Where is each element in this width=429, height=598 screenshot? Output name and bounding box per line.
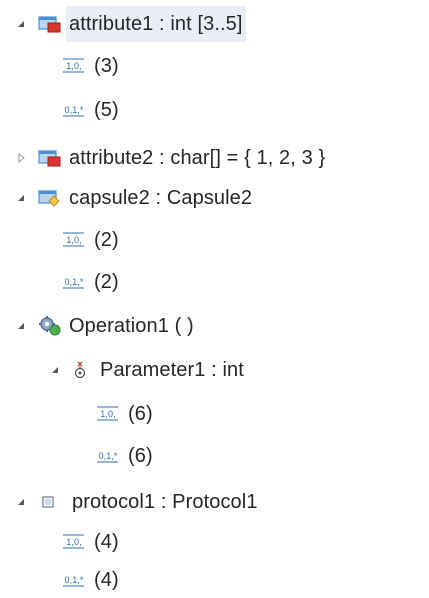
expanded-triangle-icon[interactable] xyxy=(14,17,28,31)
tree-item-label: attribute1 : int [3..5] xyxy=(66,6,246,42)
svg-text:1,0,: 1,0, xyxy=(66,537,81,547)
tree-item-operation1[interactable]: Operation1 ( ) xyxy=(14,308,194,344)
svg-text:0,1,*: 0,1,* xyxy=(64,105,83,115)
expanded-triangle-icon[interactable] xyxy=(14,191,28,205)
parameter-icon xyxy=(72,360,92,380)
svg-text:0,1,*: 0,1,* xyxy=(64,575,83,585)
tree-item-label: attribute2 : char[] = { 1, 2, 3 } xyxy=(69,147,326,169)
upper-bound-value: (5) xyxy=(94,99,119,121)
tree-item-lower-bound[interactable]: 1,0, (3) xyxy=(62,48,119,84)
svg-text:1,0,: 1,0, xyxy=(66,61,81,71)
tree-item-upper-bound[interactable]: 0,1,* (6) xyxy=(96,438,153,474)
upper-bound-icon: 0,1,* xyxy=(62,273,86,291)
collapsed-triangle-icon[interactable] xyxy=(14,151,28,165)
tree-item-lower-bound[interactable]: 1,0, (2) xyxy=(62,222,119,258)
tree-item-label: protocol1 : Protocol1 xyxy=(72,491,258,513)
attribute-icon xyxy=(38,148,62,168)
lower-bound-icon: 1,0, xyxy=(62,533,86,551)
svg-text:1,0,: 1,0, xyxy=(66,235,81,245)
tree-item-attribute1[interactable]: attribute1 : int [3..5] xyxy=(14,6,246,42)
tree-item-lower-bound[interactable]: 1,0, (4) xyxy=(62,524,119,560)
upper-bound-value: (4) xyxy=(94,569,119,591)
tree-item-label: Parameter1 : int xyxy=(100,359,244,381)
capsule-part-icon xyxy=(38,188,62,208)
expanded-triangle-icon[interactable] xyxy=(14,319,28,333)
lower-bound-icon: 1,0, xyxy=(62,57,86,75)
lower-bound-value: (2) xyxy=(94,229,119,251)
lower-bound-value: (4) xyxy=(94,531,119,553)
upper-bound-icon: 0,1,* xyxy=(62,101,86,119)
tree-item-upper-bound[interactable]: 0,1,* (4) xyxy=(62,562,119,598)
tree-item-label: capsule2 : Capsule2 xyxy=(69,187,253,209)
tree-item-upper-bound[interactable]: 0,1,* (2) xyxy=(62,264,119,300)
tree-item-parameter1[interactable]: Parameter1 : int xyxy=(48,352,244,388)
svg-text:0,1,*: 0,1,* xyxy=(98,451,117,461)
port-icon xyxy=(40,492,62,512)
expanded-triangle-icon[interactable] xyxy=(48,363,62,377)
lower-bound-icon: 1,0, xyxy=(96,405,120,423)
svg-text:0,1,*: 0,1,* xyxy=(64,277,83,287)
upper-bound-value: (6) xyxy=(128,445,153,467)
model-tree: attribute1 : int [3..5] 1,0, (3) 0,1,* (… xyxy=(0,0,429,595)
tree-item-upper-bound[interactable]: 0,1,* (5) xyxy=(62,92,119,128)
tree-item-capsule2[interactable]: capsule2 : Capsule2 xyxy=(14,180,252,216)
expanded-triangle-icon[interactable] xyxy=(14,495,28,509)
upper-bound-icon: 0,1,* xyxy=(96,447,120,465)
tree-item-protocol1[interactable]: protocol1 : Protocol1 xyxy=(14,484,258,520)
tree-item-attribute2[interactable]: attribute2 : char[] = { 1, 2, 3 } xyxy=(14,140,325,176)
svg-text:1,0,: 1,0, xyxy=(100,409,115,419)
lower-bound-icon: 1,0, xyxy=(62,231,86,249)
attribute-icon xyxy=(38,14,62,34)
tree-item-lower-bound[interactable]: 1,0, (6) xyxy=(96,396,153,432)
operation-gear-icon xyxy=(38,315,62,337)
lower-bound-value: (6) xyxy=(128,403,153,425)
upper-bound-icon: 0,1,* xyxy=(62,571,86,589)
tree-item-label: Operation1 ( ) xyxy=(69,315,194,337)
lower-bound-value: (3) xyxy=(94,55,119,77)
upper-bound-value: (2) xyxy=(94,271,119,293)
